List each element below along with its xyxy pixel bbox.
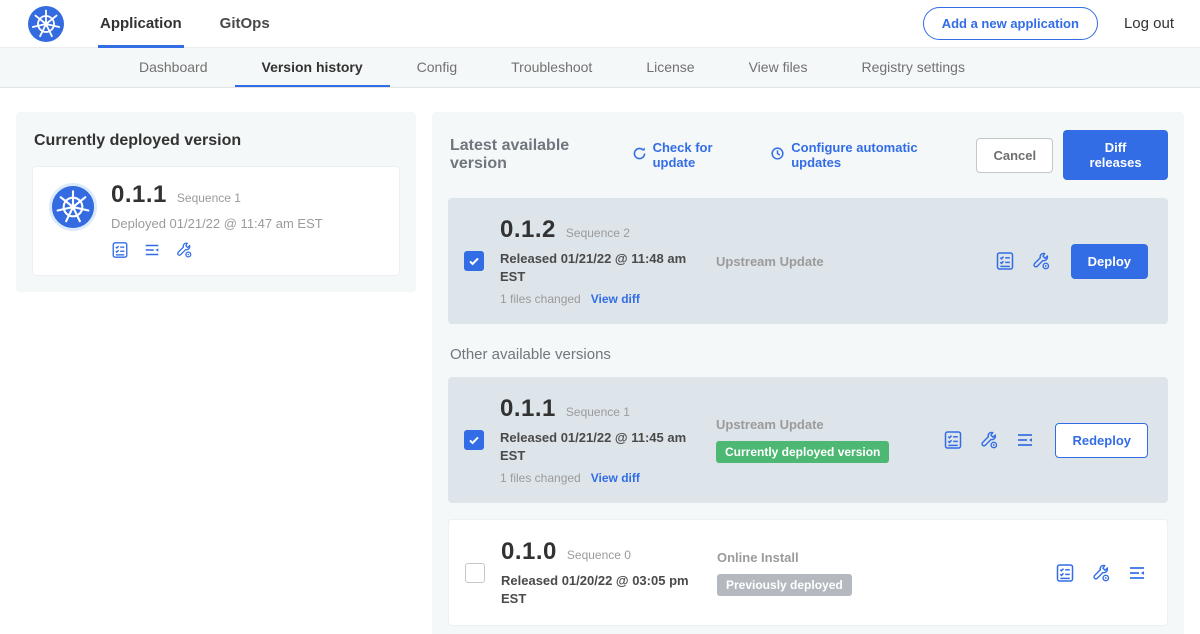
currently-deployed-badge: Currently deployed version [716, 441, 889, 463]
currently-deployed-panel: Currently deployed version [16, 112, 416, 292]
released-timestamp: Released 01/21/22 @ 11:48 am EST [500, 250, 695, 285]
configure-automatic-updates-link[interactable]: Configure automatic updates [770, 140, 954, 170]
deployed-version-number: 0.1.1 [111, 181, 167, 209]
latest-available-title: Latest available version [450, 137, 616, 173]
nav-tab-gitops[interactable]: GitOps [218, 0, 272, 48]
version-number: 0.1.2 [500, 216, 556, 244]
config-wrench-icon[interactable] [1031, 251, 1051, 271]
released-timestamp: Released 01/20/22 @ 03:05 pm EST [501, 572, 696, 607]
version-source-label: Upstream Update [716, 417, 943, 432]
deployed-version-card: 0.1.1 Sequence 1 Deployed 01/21/22 @ 11:… [32, 166, 400, 276]
config-wrench-icon[interactable] [175, 241, 193, 259]
version-checkbox[interactable] [464, 430, 484, 450]
sequence-label: Sequence 2 [566, 226, 630, 240]
check-for-update-link[interactable]: Check for update [632, 140, 749, 170]
release-notes-icon[interactable] [111, 241, 129, 259]
config-wrench-icon[interactable] [1091, 563, 1111, 583]
redeploy-button[interactable]: Redeploy [1055, 423, 1148, 458]
nav-tab-application[interactable]: Application [98, 0, 184, 48]
diff-releases-button[interactable]: Diff releases [1063, 130, 1168, 180]
deployed-sequence-label: Sequence 1 [177, 191, 241, 205]
subnav-item-troubleshoot[interactable]: Troubleshoot [484, 48, 619, 87]
version-source-label: Upstream Update [716, 254, 995, 269]
subnav-item-config[interactable]: Config [390, 48, 484, 87]
view-files-icon[interactable] [1015, 430, 1035, 450]
kubernetes-logo-icon [28, 6, 64, 42]
view-files-icon[interactable] [143, 241, 161, 259]
version-row-0-1-0: 0.1.0 Sequence 0 Released 01/20/22 @ 03:… [448, 519, 1168, 626]
view-files-icon[interactable] [1127, 563, 1147, 583]
view-diff-link[interactable]: View diff [591, 471, 640, 485]
deployed-panel-title: Currently deployed version [34, 132, 398, 150]
app-kubernetes-icon [49, 183, 97, 231]
version-checkbox[interactable] [464, 251, 484, 271]
files-changed-label: 1 files changed [500, 292, 581, 306]
logout-link[interactable]: Log out [1124, 15, 1174, 32]
refresh-icon [632, 146, 647, 164]
release-notes-icon[interactable] [943, 430, 963, 450]
app-subnav: Dashboard Version history Config Trouble… [0, 48, 1200, 88]
subnav-item-registry-settings[interactable]: Registry settings [834, 48, 991, 87]
version-number: 0.1.0 [501, 538, 557, 566]
view-diff-link[interactable]: View diff [591, 292, 640, 306]
other-versions-title: Other available versions [450, 346, 1166, 363]
released-timestamp: Released 01/21/22 @ 11:45 am EST [500, 429, 695, 464]
version-row-0-1-2: 0.1.2 Sequence 2 Released 01/21/22 @ 11:… [448, 198, 1168, 324]
config-wrench-icon[interactable] [979, 430, 999, 450]
add-new-application-button[interactable]: Add a new application [923, 7, 1098, 40]
subnav-item-license[interactable]: License [619, 48, 721, 87]
top-navbar: Application GitOps Add a new application… [0, 0, 1200, 48]
files-changed-label: 1 files changed [500, 471, 581, 485]
version-history-panel: Latest available version Check for updat… [432, 112, 1184, 634]
version-number: 0.1.1 [500, 395, 556, 423]
main-content: Currently deployed version [0, 88, 1200, 634]
version-row-0-1-1: 0.1.1 Sequence 1 Released 01/21/22 @ 11:… [448, 377, 1168, 503]
version-checkbox[interactable] [465, 563, 485, 583]
previously-deployed-badge: Previously deployed [717, 574, 852, 596]
sequence-label: Sequence 1 [566, 405, 630, 419]
cancel-button[interactable]: Cancel [976, 138, 1053, 173]
release-notes-icon[interactable] [995, 251, 1015, 271]
release-notes-icon[interactable] [1055, 563, 1075, 583]
deploy-button[interactable]: Deploy [1071, 244, 1148, 279]
subnav-item-view-files[interactable]: View files [722, 48, 835, 87]
subnav-item-dashboard[interactable]: Dashboard [112, 48, 235, 87]
subnav-item-version-history[interactable]: Version history [235, 48, 390, 87]
sequence-label: Sequence 0 [567, 548, 631, 562]
schedule-clock-icon [770, 146, 785, 164]
deployed-timestamp: Deployed 01/21/22 @ 11:47 am EST [111, 216, 323, 231]
version-source-label: Online Install [717, 550, 1055, 565]
